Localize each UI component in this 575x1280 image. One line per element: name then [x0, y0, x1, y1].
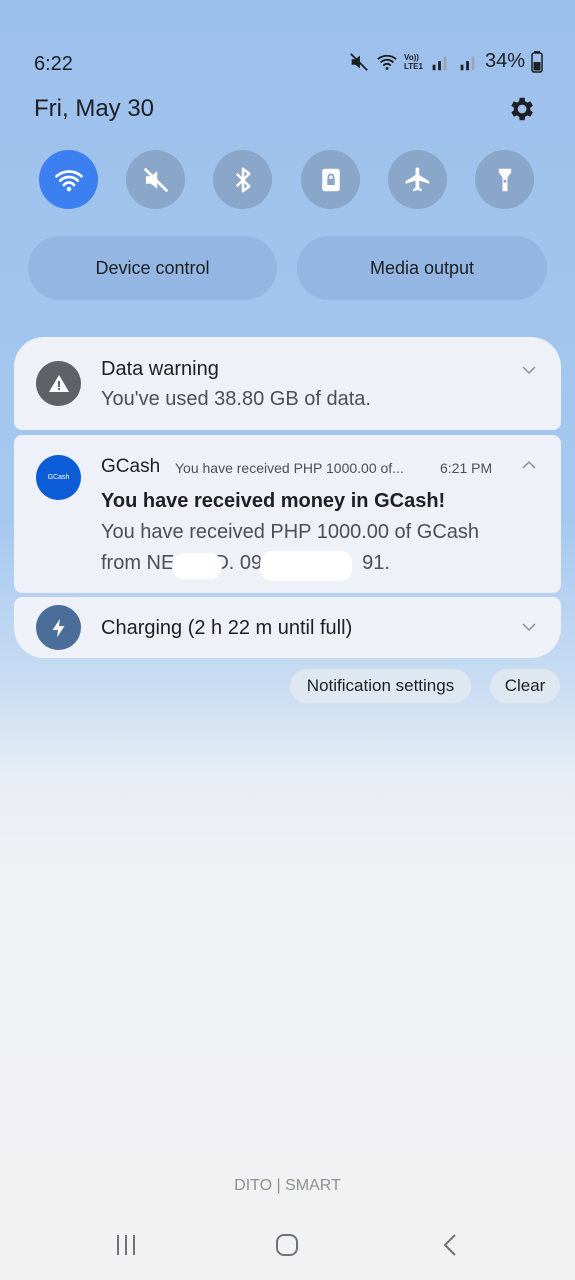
warning-icon — [36, 361, 81, 406]
home-icon — [276, 1234, 298, 1256]
home-button[interactable] — [267, 1228, 307, 1262]
signal-2-icon — [460, 56, 475, 70]
mute-icon — [143, 167, 168, 192]
battery-percent: 34% — [484, 50, 525, 72]
chevron-up-icon[interactable] — [520, 456, 538, 474]
chevron-down-icon[interactable] — [520, 618, 538, 636]
battery-icon — [531, 50, 543, 73]
charging-icon — [36, 605, 81, 650]
notification-app-name: GCash — [101, 456, 161, 477]
sound-toggle[interactable] — [126, 150, 185, 209]
mute-status-icon — [350, 52, 368, 71]
notification-charging[interactable]: Charging (2 h 22 m until full) — [14, 597, 561, 658]
redaction-mark — [260, 551, 352, 581]
settings-gear-icon[interactable] — [506, 94, 536, 124]
notification-time: 6:21 PM — [440, 460, 493, 476]
recents-icon — [117, 1235, 135, 1255]
device-control-button[interactable]: Device control — [28, 236, 277, 300]
notification-settings-button[interactable]: Notification settings — [290, 669, 471, 703]
flashlight-icon — [498, 168, 511, 191]
signal-1-icon — [432, 56, 447, 70]
volte-bottom-label: LTE1 — [404, 61, 423, 71]
redaction-mark — [172, 553, 222, 579]
gcash-logo-text: GCash — [47, 474, 70, 481]
date-label: Fri, May 30 — [34, 95, 155, 122]
carrier-label: DITO | SMART — [234, 1177, 341, 1194]
bluetooth-toggle[interactable] — [213, 150, 272, 209]
back-icon — [443, 1234, 456, 1256]
rotation-lock-icon — [321, 168, 340, 191]
wifi-icon — [54, 169, 83, 191]
volte-top-label: Vo)) — [404, 52, 419, 62]
clear-button[interactable]: Clear — [490, 669, 560, 703]
back-button[interactable] — [430, 1228, 470, 1262]
wifi-status-icon — [377, 54, 397, 70]
notification-preview: You have received PHP 1000.00 of... — [175, 460, 404, 476]
chevron-down-icon[interactable] — [520, 361, 538, 379]
volte-icon: Vo)) LTE1 — [404, 53, 423, 71]
notification-title: Data warning — [101, 358, 219, 380]
gcash-logo-icon: GCash — [36, 455, 81, 500]
wifi-toggle[interactable] — [39, 150, 98, 209]
notification-data-warning[interactable]: Data warning You've used 38.80 GB of dat… — [14, 337, 561, 430]
bluetooth-icon — [235, 167, 250, 192]
notification-title: You have received money in GCash! — [101, 490, 446, 512]
flashlight-toggle[interactable] — [475, 150, 534, 209]
status-time: 6:22 — [34, 53, 73, 75]
airplane-mode-toggle[interactable] — [388, 150, 447, 209]
rotation-lock-toggle[interactable] — [301, 150, 360, 209]
media-output-button[interactable]: Media output — [297, 236, 547, 300]
notification-gcash[interactable]: GCash GCash You have received PHP 1000.0… — [14, 435, 561, 593]
status-icons: Vo)) LTE1 34% — [348, 50, 543, 73]
notification-body: You've used 38.80 GB of data. — [101, 388, 371, 410]
notification-body-line1: You have received PHP 1000.00 of GCash — [101, 521, 480, 543]
recents-button[interactable] — [106, 1228, 146, 1262]
notification-title: Charging (2 h 22 m until full) — [101, 617, 353, 639]
airplane-icon — [405, 167, 429, 191]
